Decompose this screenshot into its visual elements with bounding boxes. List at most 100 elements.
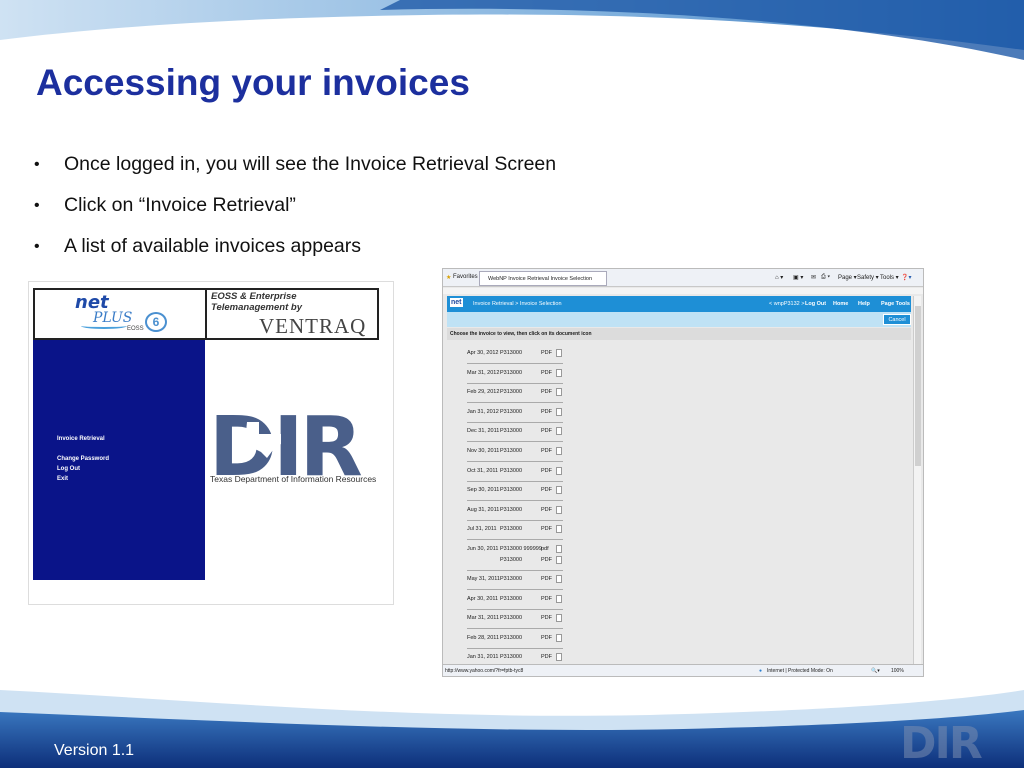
invoice-row: Nov 30, 2011 P313000 PDF xyxy=(467,443,563,462)
action-row: Cancel xyxy=(447,312,911,327)
pdf-doc-icon[interactable] xyxy=(556,368,562,377)
login-screen-screenshot: net PLUS EOSS 6 EOSS & Enterprise Teleman… xyxy=(28,281,394,605)
zoom-icon[interactable]: 🔍▾ xyxy=(871,668,880,674)
invoice-row: Sep 30, 2011 P313000 PDF xyxy=(467,482,563,502)
scrollbar-thumb[interactable] xyxy=(915,306,921,466)
invoice-date: Sep 30, 2011 xyxy=(467,487,500,494)
pdf-doc-icon[interactable] xyxy=(556,614,562,623)
invoice-type: PDF xyxy=(541,634,552,641)
pdf-doc-icon[interactable] xyxy=(556,427,562,436)
pdf-doc-icon[interactable] xyxy=(556,447,562,455)
invoice-row: Oct 31, 2011 P313000 PDF xyxy=(467,463,563,482)
invoice-account: P313000 xyxy=(500,428,523,435)
dir-caption: Texas Department of Information Resource… xyxy=(210,474,377,484)
user-id: < wnpP3132 > xyxy=(769,301,805,307)
invoice-row: Apr 30, 2012 P313000 PDF xyxy=(467,345,563,364)
nav-help[interactable]: Help xyxy=(858,301,870,307)
nav-page-tools[interactable]: Page Tools xyxy=(881,301,910,307)
browser-tab[interactable]: WebNP Invoice Retrieval Invoice Selectio… xyxy=(479,271,607,286)
help-icon[interactable]: ❓▾ xyxy=(901,274,911,281)
invoice-account: P313000 xyxy=(500,557,523,563)
invoice-account: P313000 xyxy=(500,369,523,376)
zoom-level[interactable]: 100% xyxy=(891,668,904,674)
bullet-item: • Once logged in, you will see the Invoic… xyxy=(34,144,556,185)
pdf-doc-icon[interactable] xyxy=(556,525,562,534)
invoice-row: Aug 31, 2011 P313000 PDF xyxy=(467,502,563,521)
invoice-date: Jul 31, 2011 xyxy=(467,526,497,533)
pdf-doc-icon[interactable] xyxy=(556,594,562,603)
pdf-doc-icon[interactable] xyxy=(556,407,562,416)
invoice-date: Jun 30, 2011 xyxy=(467,546,499,552)
invoice-type: PDF xyxy=(541,467,552,474)
invoice-type: PDF xyxy=(541,595,552,602)
pdf-doc-icon[interactable] xyxy=(556,653,562,662)
invoice-account: P313000 999999 xyxy=(500,546,542,552)
invoice-date: Jan 31, 2011 xyxy=(467,654,499,661)
toolbar-tools[interactable]: Tools ▾ xyxy=(880,274,899,281)
cancel-button[interactable]: Cancel xyxy=(883,314,911,325)
nav-exit[interactable]: Exit xyxy=(57,476,68,482)
invoice-date: Feb 28, 2011 xyxy=(467,634,500,641)
netplus-logo: net PLUS EOSS 6 xyxy=(35,290,207,338)
invoice-type: PDF xyxy=(541,389,552,396)
bullet-list: • Once logged in, you will see the Invoic… xyxy=(34,144,556,267)
invoice-date: Mar 31, 2012 xyxy=(467,369,500,376)
breadcrumb: Invoice Retrieval > Invoice Selection xyxy=(473,301,562,307)
pdf-doc-icon[interactable] xyxy=(556,505,562,514)
swoosh-icon xyxy=(81,323,127,329)
pdf-doc-icon[interactable] xyxy=(556,575,562,583)
nav-log-out[interactable]: Log Out xyxy=(57,466,80,472)
pdf-doc-icon[interactable] xyxy=(556,486,562,495)
pdf-doc-icon[interactable] xyxy=(556,545,562,553)
header-text: EOSS & Enterprise Telemanagement by xyxy=(211,291,302,313)
app-header-bar: net Invoice Retrieval > Invoice Selectio… xyxy=(447,296,911,312)
invoice-date: Apr 30, 2011 xyxy=(467,595,499,602)
favorites-label[interactable]: Favorites xyxy=(453,274,478,280)
toolbar-gap xyxy=(443,288,923,294)
invoice-row: Dec 31, 2011 P313000 PDF xyxy=(467,423,563,443)
scrollbar[interactable] xyxy=(913,296,921,664)
invoice-date: Jan 31, 2012 xyxy=(467,408,499,415)
bullet-glyph: • xyxy=(34,155,40,173)
pdf-doc-icon[interactable] xyxy=(556,633,562,642)
invoice-date: Apr 30, 2012 xyxy=(467,350,499,356)
vendor-name: VENTRAQ xyxy=(259,314,367,338)
logo-eoss: EOSS xyxy=(127,326,144,332)
globe-icon: ● xyxy=(759,668,763,674)
left-nav: Invoice Retrieval Change Password Log Ou… xyxy=(33,340,205,580)
feeds-icon[interactable]: ▣ ▾ xyxy=(793,274,803,281)
nav-home[interactable]: Home xyxy=(833,301,848,307)
toolbar-safety[interactable]: Safety ▾ xyxy=(857,274,879,281)
invoice-account: P313000 xyxy=(500,526,523,533)
print-icon[interactable]: ⎙ ▾ xyxy=(821,274,830,281)
invoice-type: PDF xyxy=(541,654,552,661)
toolbar-page[interactable]: Page ▾ xyxy=(838,274,857,281)
pdf-doc-icon[interactable] xyxy=(556,388,562,397)
pdf-doc-icon[interactable] xyxy=(556,556,562,564)
invoice-account: P313000 xyxy=(500,506,523,513)
nav-log-out[interactable]: Log Out xyxy=(805,301,826,307)
texas-map-icon xyxy=(245,422,281,458)
invoice-account: P313000 xyxy=(500,448,523,454)
invoice-row: Apr 30, 2011 P313000 PDF xyxy=(467,591,563,610)
invoice-date: Dec 31, 2011 xyxy=(467,428,500,435)
pdf-doc-icon[interactable] xyxy=(556,349,562,357)
invoice-type: PDF xyxy=(541,506,552,513)
invoice-date: Oct 31, 2011 xyxy=(467,467,499,474)
status-bar: http://www.yahoo.com/?fr=fptb-tyc8 ● Int… xyxy=(443,664,923,676)
invoice-account: P313000 xyxy=(500,654,523,661)
nav-change-password[interactable]: Change Password xyxy=(57,456,109,462)
invoice-type: PDF xyxy=(541,448,552,454)
home-icon[interactable]: ⌂ ▾ xyxy=(775,274,783,281)
pdf-doc-icon[interactable] xyxy=(556,466,562,475)
nav-invoice-retrieval[interactable]: Invoice Retrieval xyxy=(57,436,105,442)
invoice-row: Feb 28, 2011 P313000 PDF xyxy=(467,630,563,649)
ventraq-logo: EOSS & Enterprise Telemanagement by VENTR… xyxy=(209,290,379,338)
mail-icon[interactable]: ✉ xyxy=(811,274,816,281)
invoice-type: PDF xyxy=(541,526,552,533)
invoice-row: Jun 30, 2011 P313000 999999 pdf P313000 PDF xyxy=(467,541,563,571)
bullet-text: A list of available invoices appears xyxy=(64,235,362,257)
invoice-type: PDF xyxy=(541,487,552,494)
invoice-date: Feb 29, 2012 xyxy=(467,389,500,396)
invoice-account: P313000 xyxy=(500,595,523,602)
